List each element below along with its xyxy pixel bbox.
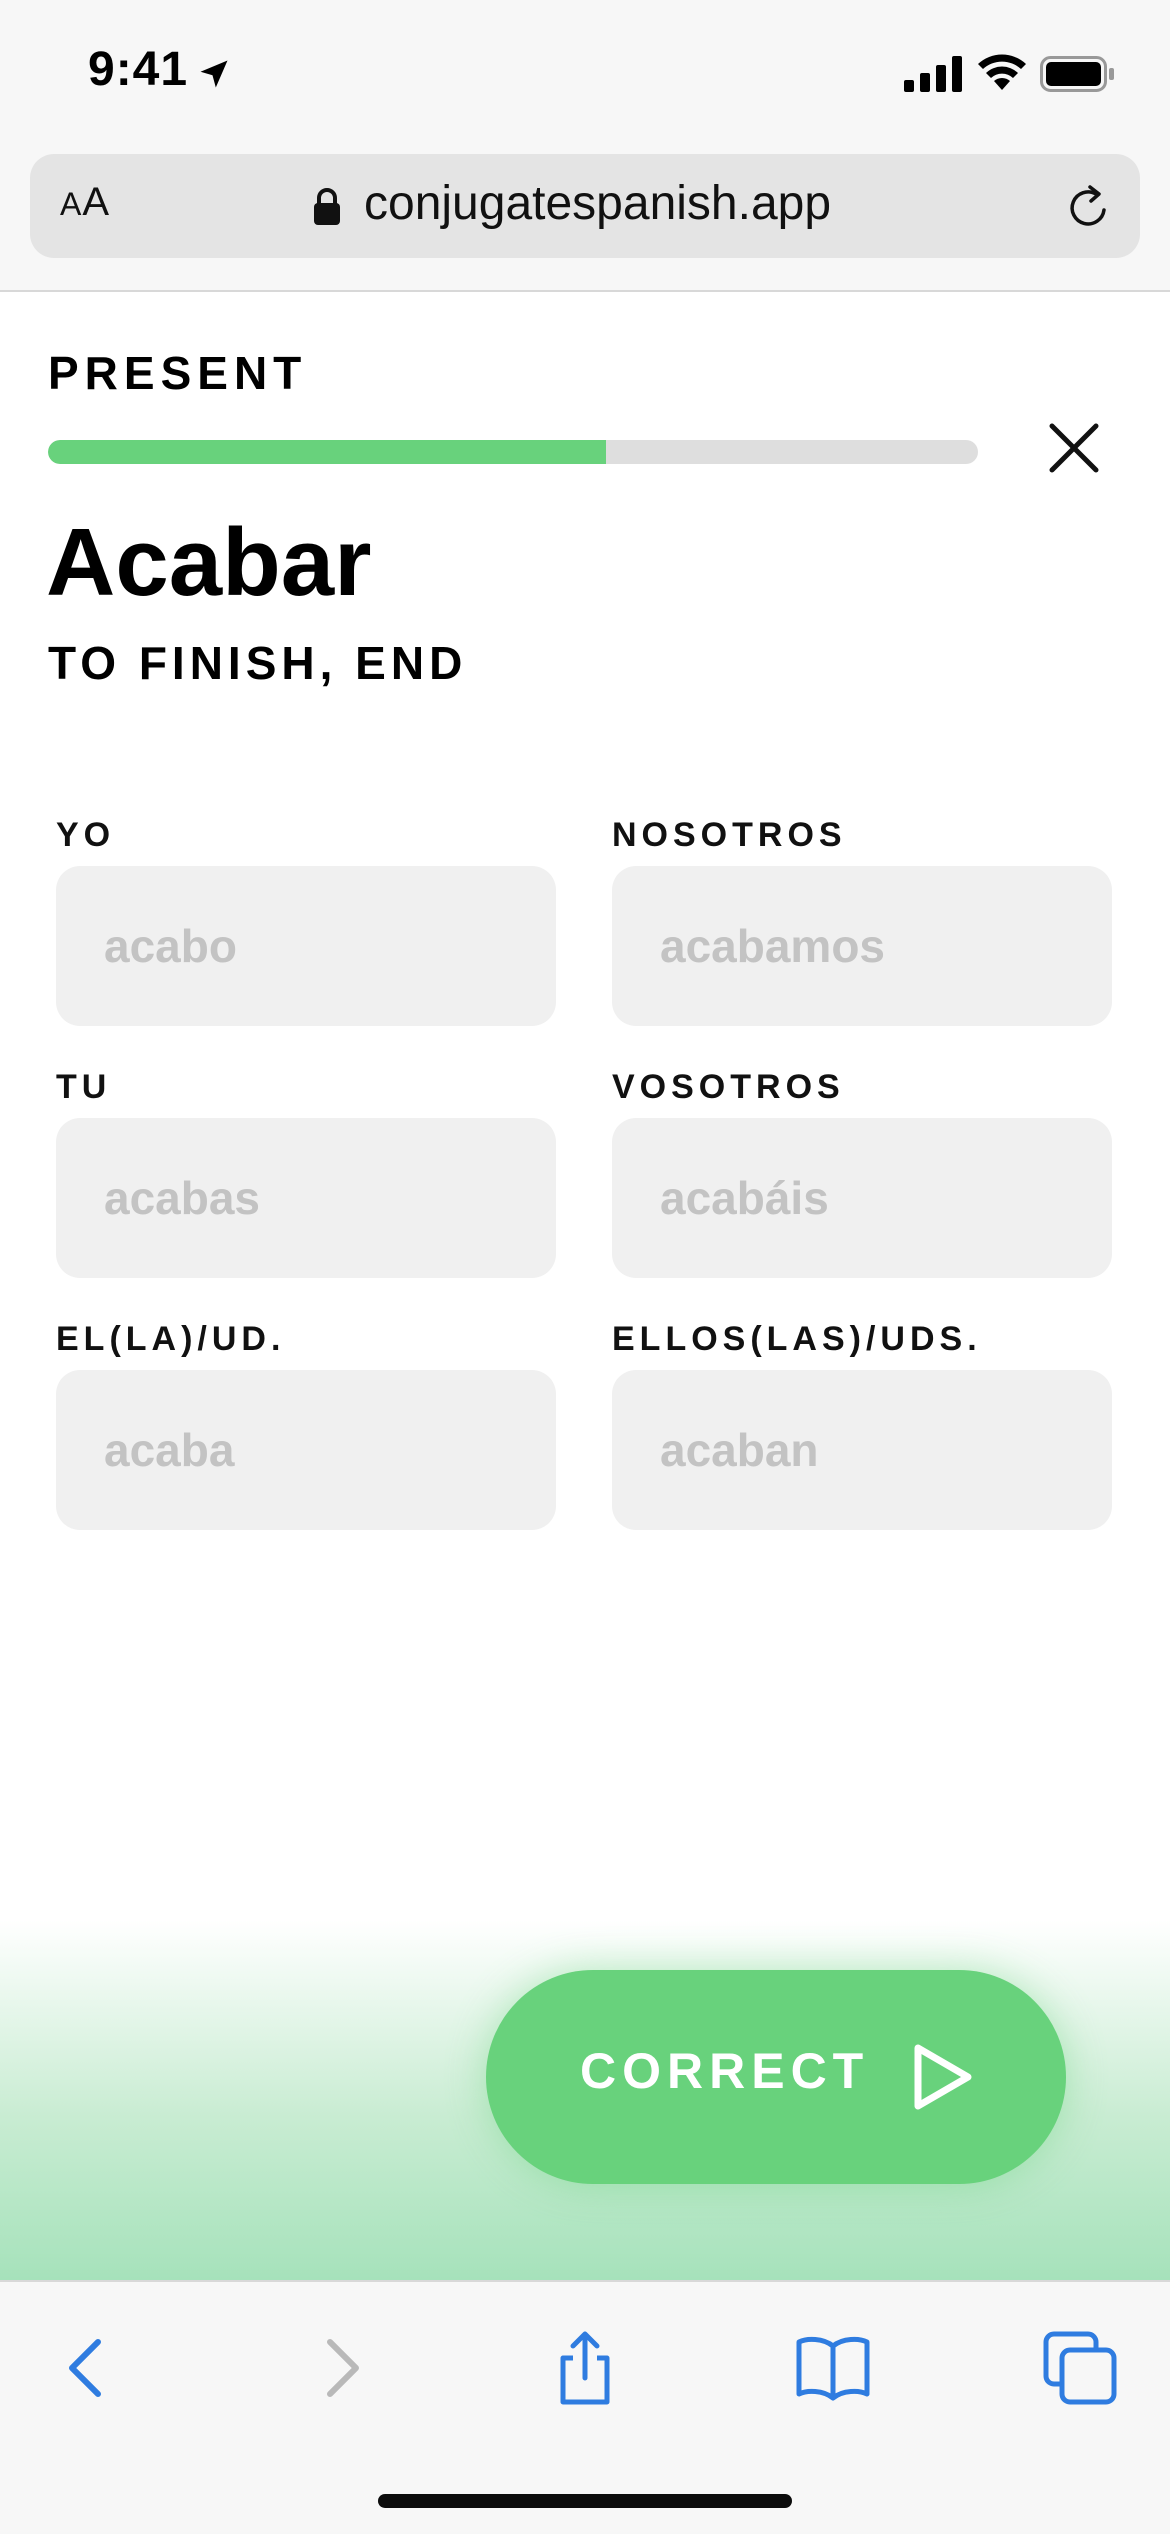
share-icon[interactable] xyxy=(545,2328,625,2408)
play-icon xyxy=(914,2044,972,2110)
answer-field-vosotros[interactable] xyxy=(612,1118,1112,1278)
browser-toolbar xyxy=(0,2280,1170,2534)
tabs-icon[interactable] xyxy=(1040,2328,1120,2408)
pronoun-label-ellos: ELLOS(LAS)/UDS. xyxy=(612,1320,982,1358)
progress-bar xyxy=(48,440,978,464)
reload-icon[interactable] xyxy=(1064,182,1114,232)
verb-title: Acabar xyxy=(46,509,372,616)
home-indicator xyxy=(378,2494,792,2508)
cellular-signal-icon xyxy=(904,56,962,92)
answer-field-tu[interactable] xyxy=(56,1118,556,1278)
pronoun-label-nosotros: NOSOTROS xyxy=(612,816,847,854)
pronoun-label-tu: TU xyxy=(56,1068,112,1106)
status-time: 9:41 xyxy=(88,43,189,96)
correct-button-label: CORRECT xyxy=(580,2043,870,2099)
answer-field-yo[interactable] xyxy=(56,866,556,1026)
book-icon[interactable] xyxy=(793,2328,873,2408)
url-text[interactable]: conjugatespanish.app xyxy=(364,176,831,231)
tense-label: PRESENT xyxy=(48,347,308,399)
answer-field-el[interactable] xyxy=(56,1370,556,1530)
answer-field-nosotros[interactable] xyxy=(612,866,1112,1026)
browser-top-chrome: 9:41 AA conjugatespanish.app xyxy=(0,0,1170,292)
verb-meaning: TO FINISH, END xyxy=(48,637,468,689)
text-size-button[interactable]: AA xyxy=(60,180,110,225)
progress-fill xyxy=(48,440,606,464)
close-icon[interactable] xyxy=(1046,420,1102,476)
lock-icon xyxy=(314,188,340,225)
chevron-right-icon[interactable] xyxy=(300,2328,380,2408)
pronoun-label-yo: YO xyxy=(56,816,116,854)
battery-icon xyxy=(1040,56,1114,92)
pronoun-label-vosotros: VOSOTROS xyxy=(612,1068,845,1106)
correct-button[interactable]: CORRECT xyxy=(486,1970,1066,2184)
wifi-icon xyxy=(978,54,1026,90)
pronoun-label-el: EL(LA)/UD. xyxy=(56,1320,286,1358)
location-arrow-icon xyxy=(200,60,228,88)
address-bar[interactable]: AA conjugatespanish.app xyxy=(30,154,1140,258)
chevron-left-icon[interactable] xyxy=(48,2328,128,2408)
answer-field-ellos[interactable] xyxy=(612,1370,1112,1530)
